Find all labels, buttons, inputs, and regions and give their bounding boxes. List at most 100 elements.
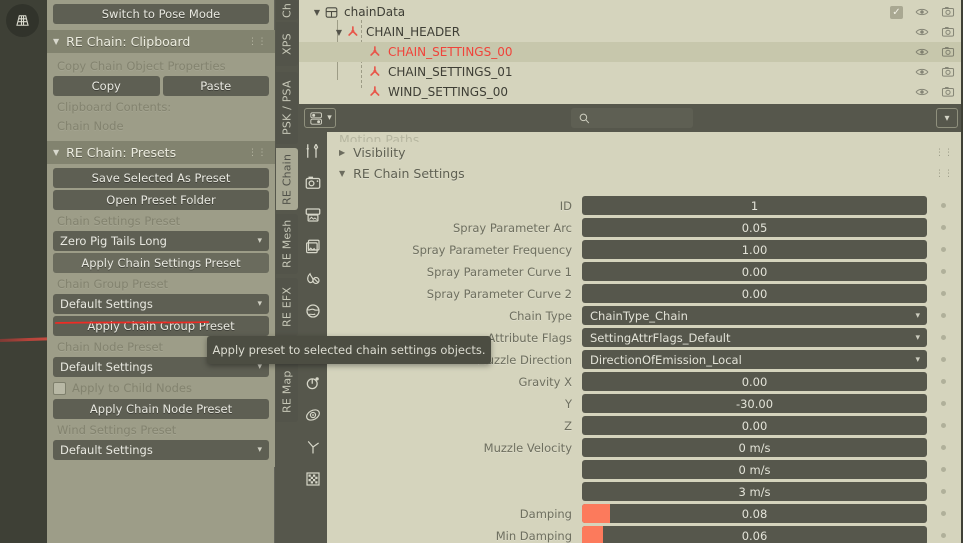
camera-icon[interactable] xyxy=(941,65,955,79)
eye-icon[interactable] xyxy=(915,85,929,99)
editor-tab-re-mesh[interactable]: RE Mesh xyxy=(276,214,298,274)
properties-tab-object-data[interactable] xyxy=(300,466,326,492)
outliner-row-toggles[interactable] xyxy=(890,22,955,42)
property-field[interactable]: ID 1 xyxy=(327,195,963,216)
chevron-down-icon[interactable]: ▼ xyxy=(333,28,345,37)
animate-property-dot[interactable] xyxy=(941,423,946,428)
outliner-row-toggles[interactable] xyxy=(890,62,955,82)
properties-tab-physics[interactable] xyxy=(300,402,326,428)
animate-property-dot[interactable] xyxy=(941,335,946,340)
property-field-widget[interactable]: 0.05 xyxy=(582,218,927,237)
property-field-widget[interactable]: 1 xyxy=(582,196,927,215)
outliner-row[interactable]: CHAIN_SETTINGS_01 xyxy=(299,62,963,82)
property-field[interactable]: Spray Parameter Arc 0.05 xyxy=(327,217,963,238)
property-field-widget[interactable]: 0.00 xyxy=(582,416,927,435)
property-field-widget[interactable]: 1.00 xyxy=(582,240,927,259)
property-field-widget[interactable]: 0.06 xyxy=(582,526,927,543)
eye-icon[interactable] xyxy=(915,65,929,79)
animate-property-dot[interactable] xyxy=(941,489,946,494)
editor-tab-xps[interactable]: XPS xyxy=(276,22,298,66)
property-field[interactable]: 3 m/s xyxy=(327,481,963,502)
animate-property-dot[interactable] xyxy=(941,379,946,384)
outliner-row-toggles[interactable] xyxy=(890,42,955,62)
animate-property-dot[interactable] xyxy=(941,291,946,296)
properties-header[interactable]: ▾ ▾ xyxy=(299,104,963,132)
animate-property-dot[interactable] xyxy=(941,511,946,516)
property-field-widget[interactable]: 0.00 xyxy=(582,372,927,391)
camera-icon[interactable] xyxy=(941,45,955,59)
outliner-row[interactable]: WIND_SETTINGS_00 xyxy=(299,82,963,102)
apply-to-child-nodes-checkbox[interactable]: Apply to Child Nodes xyxy=(53,379,269,397)
camera-icon[interactable] xyxy=(941,25,955,39)
editor-tab-re-map[interactable]: RE Map xyxy=(276,362,298,422)
property-field[interactable]: Damping 0.08 xyxy=(327,503,963,524)
apply-chain-settings-preset-button[interactable]: Apply Chain Settings Preset xyxy=(53,253,269,273)
open-preset-folder-button[interactable]: Open Preset Folder xyxy=(53,190,269,210)
panel-header-0[interactable]: ▼ RE Chain: Clipboard ⋮⋮ xyxy=(47,30,275,53)
outliner-row[interactable]: CHAIN_SETTINGS_00 xyxy=(299,42,963,62)
property-field-widget[interactable]: -30.00 xyxy=(582,394,927,413)
chain-settings-preset-dropdown[interactable]: Zero Pig Tails Long ▾ xyxy=(53,231,269,251)
wind-settings-preset-dropdown[interactable]: Default Settings ▾ xyxy=(53,440,269,460)
animate-property-dot[interactable] xyxy=(941,203,946,208)
eye-icon[interactable] xyxy=(915,25,929,39)
properties-tab-render[interactable] xyxy=(300,170,326,196)
editor-tab-strip[interactable]: Ch XPS PSK / PSA RE Chain RE Mesh RE EFX RE Ma… xyxy=(275,0,299,543)
property-field[interactable]: Spray Parameter Frequency 1.00 xyxy=(327,239,963,260)
panel-header-1[interactable]: ▼ RE Chain: Presets ⋮⋮ xyxy=(47,141,275,164)
property-field-widget[interactable]: 0.00 xyxy=(582,262,927,281)
camera-icon[interactable] xyxy=(941,85,955,99)
apply-chain-node-preset-button[interactable]: Apply Chain Node Preset xyxy=(53,399,269,419)
properties-tab-world[interactable] xyxy=(300,298,326,324)
property-field[interactable]: Chain Type ChainType_Chain ▾ xyxy=(327,305,963,326)
apply-chain-group-preset-button[interactable]: Apply Chain Group Preset xyxy=(53,316,269,336)
property-field[interactable]: Y -30.00 xyxy=(327,393,963,414)
search-input[interactable] xyxy=(571,108,693,128)
property-field[interactable]: Z 0.00 xyxy=(327,415,963,436)
addon-sidebar[interactable]: Switch to Pose Mode ▼ RE Chain: Clipboard ⋮… xyxy=(47,0,275,543)
property-field-widget[interactable]: 0 m/s xyxy=(582,438,927,457)
editor-tab-re-efx[interactable]: RE EFX xyxy=(276,278,298,336)
property-field-widget[interactable]: ChainType_Chain ▾ xyxy=(582,306,927,325)
property-field-widget[interactable]: 0 m/s xyxy=(582,460,927,479)
motion-paths-section[interactable]: Motion Paths xyxy=(327,132,963,142)
eye-icon[interactable] xyxy=(915,45,929,59)
viewport-3d[interactable] xyxy=(0,0,48,543)
property-field-widget[interactable]: 3 m/s xyxy=(582,482,927,501)
property-field[interactable]: Muzzle Velocity 0 m/s xyxy=(327,437,963,458)
switch-to-pose-mode-button[interactable]: Switch to Pose Mode xyxy=(53,4,269,24)
outliner-row[interactable]: ▼ chainData ✓ xyxy=(299,2,963,22)
visibility-section[interactable]: ▶ Visibility ⋮⋮ xyxy=(327,142,963,163)
properties-tab-modifier[interactable] xyxy=(300,370,326,396)
animate-property-dot[interactable] xyxy=(941,445,946,450)
properties-editor[interactable]: ▾ ▾ Motion Paths ▶ Visibility ⋮⋮ ▼ RE Ch… xyxy=(299,104,963,543)
animate-property-dot[interactable] xyxy=(941,533,946,538)
outliner-editor[interactable]: ▼ chainData ✓ ▼ CHAIN_HEADER CHAIN_SETTINGS_0… xyxy=(299,0,963,104)
property-field-widget[interactable]: DirectionOfEmission_Local ▾ xyxy=(582,350,927,369)
outliner-row-toggles[interactable] xyxy=(890,82,955,102)
property-field[interactable]: Gravity X 0.00 xyxy=(327,371,963,392)
eye-icon[interactable] xyxy=(915,5,929,19)
animate-property-dot[interactable] xyxy=(941,467,946,472)
paste-button[interactable]: Paste xyxy=(162,76,269,96)
chevron-down-icon[interactable]: ▼ xyxy=(311,8,323,17)
editor-tab-re-chain[interactable]: RE Chain xyxy=(276,148,298,210)
re-chain-settings-section[interactable]: ▼ RE Chain Settings ⋮⋮ xyxy=(327,163,963,184)
animate-property-dot[interactable] xyxy=(941,357,946,362)
property-field[interactable]: Spray Parameter Curve 2 0.00 xyxy=(327,283,963,304)
property-field[interactable]: Spray Parameter Curve 1 0.00 xyxy=(327,261,963,282)
outliner-row-toggles[interactable]: ✓ xyxy=(890,2,955,22)
editor-type-icon[interactable]: ▾ xyxy=(304,108,336,128)
copy-button[interactable]: Copy xyxy=(53,76,160,96)
animate-property-dot[interactable] xyxy=(941,225,946,230)
animate-property-dot[interactable] xyxy=(941,401,946,406)
properties-tab-scene[interactable] xyxy=(300,266,326,292)
property-field[interactable]: Min Damping 0.06 xyxy=(327,525,963,543)
chain-group-preset-dropdown[interactable]: Default Settings ▾ xyxy=(53,294,269,314)
properties-tab-view-layer[interactable] xyxy=(300,234,326,260)
camera-icon[interactable] xyxy=(941,5,955,19)
editor-tab-ch[interactable]: Ch xyxy=(276,0,298,20)
property-field-widget[interactable]: 0.00 xyxy=(582,284,927,303)
editor-tab-psk-psa[interactable]: PSK / PSA xyxy=(276,72,298,144)
property-field[interactable]: 0 m/s xyxy=(327,459,963,480)
